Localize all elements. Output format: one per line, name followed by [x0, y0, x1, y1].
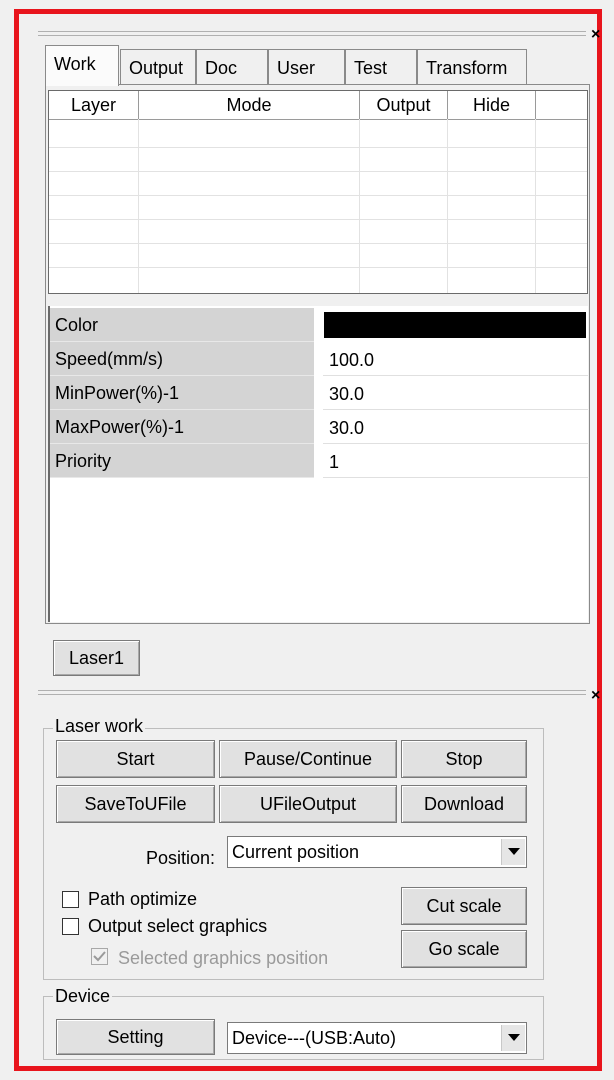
tab-work[interactable]: Work — [45, 45, 119, 86]
device-legend: Device — [53, 986, 113, 1006]
dock-grip-bottom[interactable] — [38, 690, 586, 695]
close-icon[interactable]: × — [591, 688, 600, 704]
dock-grip-top[interactable] — [38, 31, 586, 36]
color-label: Color — [50, 308, 314, 342]
selected-graphics-position-checkbox[interactable] — [91, 948, 108, 965]
minpower-label: MinPower(%)-1 — [50, 376, 314, 410]
column-header-hide[interactable]: Hide — [448, 91, 536, 119]
position-label: Position: — [146, 848, 216, 868]
tab-user[interactable]: User — [268, 49, 345, 85]
pause-continue-button[interactable]: Pause/Continue — [219, 740, 397, 778]
color-swatch[interactable] — [324, 312, 586, 338]
start-button[interactable]: Start — [56, 740, 215, 778]
cut-scale-button[interactable]: Cut scale — [401, 887, 527, 925]
layer-properties: Color Speed(mm/s) 100.0 MinPower(%)-1 30… — [48, 306, 588, 622]
minpower-value[interactable]: 30.0 — [323, 376, 588, 410]
selected-graphics-position-label: Selected graphics position — [118, 948, 329, 968]
speed-value[interactable]: 100.0 — [323, 342, 588, 376]
path-optimize-label[interactable]: Path optimize — [88, 888, 197, 910]
download-button[interactable]: Download — [401, 785, 527, 823]
layer-table[interactable]: Layer Mode Output Hide — [48, 90, 588, 294]
property-row-speed: Speed(mm/s) 100.0 — [50, 342, 588, 376]
property-row-priority: Priority 1 — [50, 444, 588, 478]
position-select[interactable]: Current position — [227, 836, 527, 868]
laser-work-legend: Laser work — [53, 716, 146, 736]
column-header-output[interactable]: Output — [360, 91, 448, 119]
speed-label: Speed(mm/s) — [50, 342, 314, 376]
layer-table-header: Layer Mode Output Hide — [49, 91, 587, 120]
priority-label: Priority — [50, 444, 314, 478]
chevron-down-icon[interactable] — [501, 839, 525, 865]
column-header-mode[interactable]: Mode — [139, 91, 360, 119]
property-row-minpower: MinPower(%)-1 30.0 — [50, 376, 588, 410]
stop-button[interactable]: Stop — [401, 740, 527, 778]
setting-button[interactable]: Setting — [56, 1019, 215, 1055]
go-scale-button[interactable]: Go scale — [401, 930, 527, 968]
tab-doc[interactable]: Doc — [196, 49, 268, 85]
device-select-value: Device---(USB:Auto) — [232, 1028, 397, 1048]
chevron-down-icon[interactable] — [501, 1025, 525, 1051]
path-optimize-checkbox[interactable] — [62, 891, 79, 908]
position-select-value: Current position — [232, 842, 360, 862]
checkmark-icon — [93, 951, 106, 962]
priority-value[interactable]: 1 — [323, 444, 588, 478]
tab-output[interactable]: Output — [120, 49, 196, 85]
maxpower-value[interactable]: 30.0 — [323, 410, 588, 444]
tab-transform[interactable]: Transform — [417, 49, 527, 85]
save-to-ufile-button[interactable]: SaveToUFile — [56, 785, 215, 823]
property-row-color: Color — [50, 308, 588, 342]
ufile-output-button[interactable]: UFileOutput — [219, 785, 397, 823]
device-select[interactable]: Device---(USB:Auto) — [227, 1022, 527, 1054]
column-header-layer[interactable]: Layer — [49, 91, 139, 119]
laser1-button[interactable]: Laser1 — [53, 640, 140, 676]
tab-test[interactable]: Test — [345, 49, 417, 85]
close-icon[interactable]: × — [591, 27, 600, 43]
property-row-maxpower: MaxPower(%)-1 30.0 — [50, 410, 588, 444]
maxpower-label: MaxPower(%)-1 — [50, 410, 314, 444]
output-select-graphics-checkbox[interactable] — [62, 918, 79, 935]
output-select-graphics-label[interactable]: Output select graphics — [88, 915, 267, 937]
